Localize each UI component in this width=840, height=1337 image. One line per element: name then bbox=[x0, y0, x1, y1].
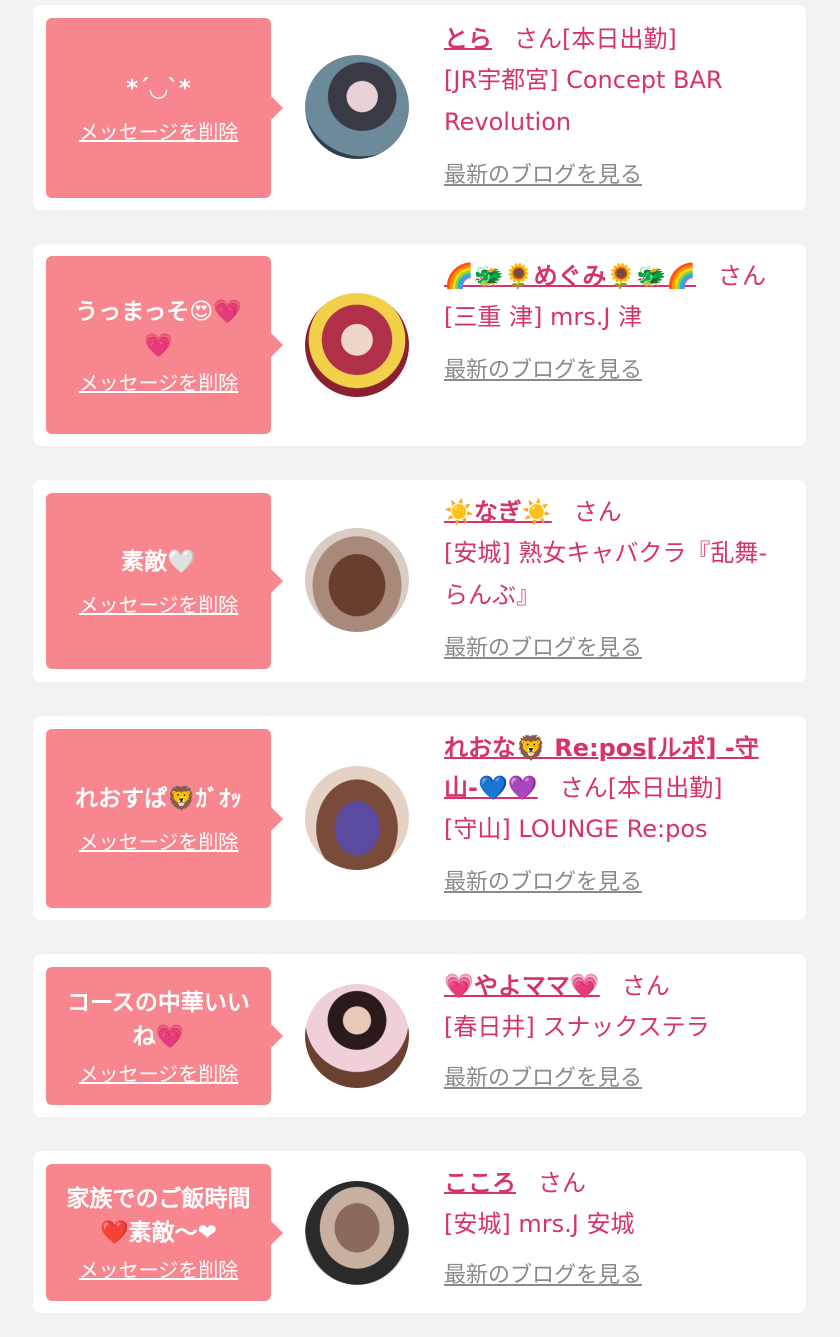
shop-name: [守山] LOUNGE Re:pos bbox=[444, 815, 708, 843]
shop-name: [安城] mrs.J 安城 bbox=[444, 1210, 635, 1238]
honorific: さん bbox=[621, 972, 670, 1000]
honorific: さん bbox=[538, 1169, 586, 1197]
sender-name-link[interactable]: 🌈🐲🌻めぐみ🌻🐲🌈 bbox=[444, 262, 696, 290]
sender-name-link[interactable]: とら bbox=[444, 25, 492, 53]
avatar[interactable] bbox=[305, 766, 409, 870]
shop-name: [JR宇都宮] Concept BAR Revolution bbox=[444, 66, 723, 136]
message-card: れおすぱ🦁ｶﾞｵｯ メッセージを削除 れおな🦁 Re:pos[ルポ] -守山-💙… bbox=[33, 716, 806, 920]
delete-message-link[interactable]: メッセージを削除 bbox=[79, 367, 239, 396]
message-text: 家族でのご飯時間❤️素敵〜❤ bbox=[66, 1186, 251, 1246]
delete-message-link[interactable]: メッセージを削除 bbox=[79, 1058, 239, 1087]
message-text: 素敵🤍 bbox=[121, 548, 196, 575]
honorific: さん bbox=[559, 774, 608, 802]
latest-blog-link[interactable]: 最新のブログを見る bbox=[444, 864, 642, 896]
avatar[interactable] bbox=[305, 1181, 409, 1285]
message-bubble: 家族でのご飯時間❤️素敵〜❤ メッセージを削除 bbox=[46, 1164, 283, 1301]
message-card: うっまっそ😍💗💗 メッセージを削除 🌈🐲🌻めぐみ🌻🐲🌈 さん [三重 津] mrs… bbox=[33, 244, 806, 446]
delete-message-link[interactable]: メッセージを削除 bbox=[79, 1254, 239, 1283]
avatar[interactable] bbox=[305, 55, 409, 159]
sender-name-link[interactable]: こころ bbox=[444, 1169, 516, 1197]
latest-blog-link[interactable]: 最新のブログを見る bbox=[444, 352, 642, 384]
delete-message-link[interactable]: メッセージを削除 bbox=[79, 116, 239, 145]
shop-name: [春日井] スナックステラ bbox=[444, 1013, 710, 1041]
message-card: 家族でのご飯時間❤️素敵〜❤ メッセージを削除 こころ さん [安城] mrs.J… bbox=[33, 1151, 806, 1313]
honorific: さん bbox=[514, 25, 562, 53]
avatar[interactable] bbox=[305, 984, 409, 1088]
message-card: コースの中華いいね💗 メッセージを削除 💗やよママ💗 さん [春日井] スナックス… bbox=[33, 954, 806, 1117]
sender-name-link[interactable]: 💗やよママ💗 bbox=[444, 972, 600, 1000]
honorific: さん bbox=[573, 498, 622, 526]
message-bubble: *´◡`* メッセージを削除 bbox=[46, 18, 283, 198]
latest-blog-link[interactable]: 最新のブログを見る bbox=[444, 1257, 642, 1289]
message-card: *´◡`* メッセージを削除 とら さん[本日出勤] [JR宇都宮] Concep… bbox=[33, 5, 806, 210]
latest-blog-link[interactable]: 最新のブログを見る bbox=[444, 157, 642, 189]
latest-blog-link[interactable]: 最新のブログを見る bbox=[444, 630, 642, 662]
message-bubble: コースの中華いいね💗 メッセージを削除 bbox=[46, 967, 283, 1105]
status-badge: [本日出勤] bbox=[562, 25, 677, 53]
delete-message-link[interactable]: メッセージを削除 bbox=[79, 826, 239, 855]
avatar[interactable] bbox=[305, 293, 409, 397]
shop-name: [三重 津] mrs.J 津 bbox=[444, 303, 643, 331]
message-bubble: 素敵🤍 メッセージを削除 bbox=[46, 493, 283, 669]
delete-message-link[interactable]: メッセージを削除 bbox=[79, 589, 239, 618]
status-badge: [本日出勤] bbox=[607, 774, 723, 802]
message-text: *´◡`* bbox=[126, 75, 191, 102]
shop-name: [安城] 熟女キャバクラ『乱舞-らんぶ』 bbox=[444, 539, 768, 609]
honorific: さん bbox=[718, 262, 767, 290]
message-text: うっまっそ😍💗💗 bbox=[75, 298, 242, 359]
message-text: れおすぱ🦁ｶﾞｵｯ bbox=[75, 786, 242, 812]
message-text: コースの中華いいね💗 bbox=[67, 989, 250, 1050]
message-bubble: うっまっそ😍💗💗 メッセージを削除 bbox=[46, 256, 283, 434]
sender-name-link[interactable]: ☀️なぎ☀️ bbox=[444, 498, 552, 526]
avatar[interactable] bbox=[305, 528, 409, 632]
latest-blog-link[interactable]: 最新のブログを見る bbox=[444, 1060, 642, 1092]
message-card: 素敵🤍 メッセージを削除 ☀️なぎ☀️ さん [安城] 熟女キャバクラ『乱舞-らん… bbox=[33, 480, 806, 682]
message-bubble: れおすぱ🦁ｶﾞｵｯ メッセージを削除 bbox=[46, 729, 283, 908]
